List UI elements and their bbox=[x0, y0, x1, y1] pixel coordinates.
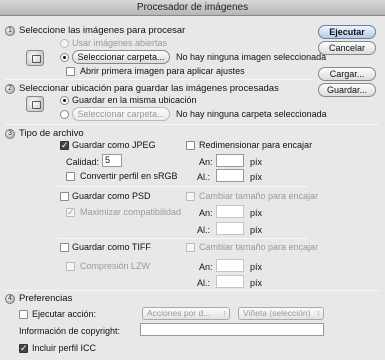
step-3-icon: 3 bbox=[5, 129, 15, 139]
jpeg-height-field[interactable] bbox=[216, 169, 244, 182]
action-value: Viñeta (selección) bbox=[243, 308, 311, 318]
same-location-radio[interactable] bbox=[60, 96, 69, 105]
tiff-width-unit: píx bbox=[250, 262, 263, 272]
source-select-folder-button[interactable]: Seleccionar carpeta... bbox=[72, 50, 170, 64]
copyright-label: Información de copyright: bbox=[19, 326, 121, 336]
action-set-select[interactable]: Acciones por d... ↕ bbox=[142, 307, 230, 320]
jpeg-label: Guardar como JPEG bbox=[72, 140, 156, 150]
psd-resize-label: Cambiar tamaño para encajar bbox=[199, 191, 319, 201]
psd-checkbox[interactable] bbox=[60, 192, 69, 201]
tiff-resize-label: Cambiar tamaño para encajar bbox=[199, 242, 319, 252]
tiff-width-label: An: bbox=[199, 262, 213, 272]
use-open-label: Usar imágenes abiertas bbox=[72, 38, 168, 48]
psd-height-unit: píx bbox=[250, 225, 263, 235]
dest-status: No hay ninguna carpeta seleccionada bbox=[176, 109, 327, 119]
open-first-checkbox[interactable] bbox=[66, 67, 75, 76]
jpeg-height-unit: píx bbox=[250, 172, 263, 182]
jpeg-resize-checkbox[interactable] bbox=[186, 141, 195, 150]
tiff-resize-checkbox[interactable] bbox=[186, 243, 195, 252]
lzw-checkbox[interactable] bbox=[66, 262, 75, 271]
action-select[interactable]: Viñeta (selección) ↕ bbox=[238, 307, 324, 320]
source-folder-icon bbox=[26, 50, 44, 66]
chevron-updown-icon: ↕ bbox=[222, 310, 227, 317]
open-first-label: Abrir primera imagen para aplicar ajuste… bbox=[80, 66, 245, 76]
step-2-icon: 2 bbox=[5, 84, 15, 94]
divider bbox=[58, 186, 308, 187]
source-heading: Seleccione las imágenes para procesar bbox=[19, 25, 186, 36]
prefs-heading: Preferencias bbox=[19, 293, 73, 304]
run-action-checkbox[interactable] bbox=[19, 310, 28, 319]
load-button[interactable]: Cargar... bbox=[318, 67, 376, 81]
use-open-radio[interactable] bbox=[60, 39, 69, 48]
jpeg-width-unit: píx bbox=[250, 157, 263, 167]
tiff-height-label: Al.: bbox=[197, 278, 211, 288]
psd-height-label: Al.: bbox=[197, 225, 211, 235]
jpeg-height-label: Al.: bbox=[197, 172, 211, 182]
tiff-checkbox[interactable] bbox=[60, 243, 69, 252]
lzw-label: Compresión LZW bbox=[80, 261, 151, 271]
compat-checkbox[interactable] bbox=[66, 207, 75, 218]
dest-folder-radio[interactable] bbox=[60, 110, 69, 119]
step-4-icon: 4 bbox=[5, 294, 15, 304]
copyright-field[interactable] bbox=[140, 323, 324, 336]
action-set-value: Acciones por d... bbox=[147, 308, 211, 318]
jpeg-width-field[interactable] bbox=[216, 154, 244, 167]
tiff-width-field[interactable] bbox=[216, 259, 244, 272]
srgb-checkbox[interactable] bbox=[66, 172, 75, 181]
dest-select-folder-button[interactable]: Seleccionar carpeta... bbox=[72, 107, 170, 121]
psd-resize-checkbox[interactable] bbox=[186, 192, 195, 201]
destination-folder-icon bbox=[26, 96, 44, 112]
chevron-updown-icon: ↕ bbox=[316, 310, 321, 317]
run-action-label: Ejecutar acción: bbox=[32, 309, 97, 319]
same-location-label: Guardar en la misma ubicación bbox=[72, 95, 197, 105]
select-folder-radio[interactable] bbox=[60, 53, 69, 62]
psd-width-unit: píx bbox=[250, 208, 263, 218]
srgb-label: Convertir perfil en sRGB bbox=[80, 171, 178, 181]
run-button[interactable]: Ejecutar bbox=[318, 25, 376, 39]
psd-width-label: An: bbox=[199, 208, 213, 218]
save-button[interactable]: Guardar... bbox=[318, 83, 376, 97]
quality-label: Calidad: bbox=[66, 157, 100, 167]
tiff-label: Guardar como TIFF bbox=[72, 242, 151, 252]
jpeg-resize-label: Redimensionar para encajar bbox=[199, 140, 313, 150]
window-title: Procesador de imágenes bbox=[0, 0, 385, 16]
tiff-height-field[interactable] bbox=[216, 275, 244, 288]
cancel-button[interactable]: Cancelar bbox=[318, 41, 376, 55]
filetype-heading: Tipo de archivo bbox=[19, 128, 84, 139]
psd-height-field[interactable] bbox=[216, 222, 244, 235]
divider bbox=[5, 124, 379, 125]
destination-heading: Seleccionar ubicación para guardar las i… bbox=[19, 83, 279, 94]
step-1-icon: 1 bbox=[5, 26, 15, 36]
compat-label: Maximizar compatibilidad bbox=[80, 207, 182, 217]
jpeg-checkbox[interactable] bbox=[60, 140, 69, 151]
tiff-height-unit: píx bbox=[250, 278, 263, 288]
psd-width-field[interactable] bbox=[216, 205, 244, 218]
divider bbox=[5, 79, 313, 80]
icc-checkbox[interactable] bbox=[19, 343, 28, 354]
source-status: No hay ninguna imagen seleccionada bbox=[176, 52, 327, 62]
divider bbox=[58, 238, 308, 239]
quality-field[interactable]: 5 bbox=[102, 154, 122, 167]
icc-label: Incluir perfil ICC bbox=[32, 343, 97, 353]
divider bbox=[5, 290, 379, 291]
psd-label: Guardar como PSD bbox=[72, 191, 151, 201]
jpeg-width-label: An: bbox=[199, 157, 213, 167]
